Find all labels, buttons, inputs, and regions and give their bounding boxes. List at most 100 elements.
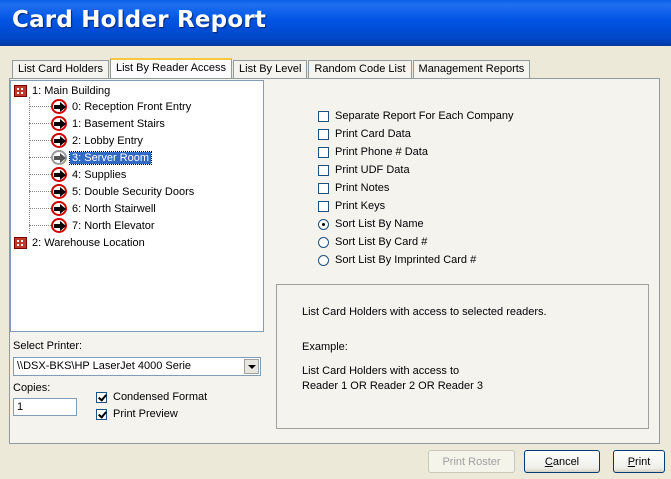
radio-label: Sort List By Card # [335, 236, 428, 248]
checkbox-box[interactable] [318, 200, 329, 212]
door-reader-icon [51, 150, 67, 165]
button-mnemonic: C [544, 455, 553, 468]
button-label: rint [635, 455, 651, 468]
checkbox-box[interactable] [318, 128, 329, 140]
checkbox-box[interactable] [96, 391, 107, 403]
window-title: Card Holder Report [12, 7, 267, 33]
description-text: List Card Holders with access to selecte… [302, 306, 547, 318]
tree-item-reader[interactable]: 4: Supplies [51, 166, 128, 183]
door-reader-icon [51, 184, 67, 199]
condensed-format-checkbox[interactable]: Condensed Format [96, 391, 207, 403]
chevron-down-icon[interactable] [244, 359, 259, 374]
checkbox-box[interactable] [318, 146, 329, 158]
tree-item-label: 1: Main Building [32, 84, 111, 97]
tab-management-reports[interactable]: Management Reports [412, 60, 531, 78]
tree-item-label: 2: Lobby Entry [72, 134, 143, 147]
tree-item-reader[interactable]: 2: Lobby Entry [51, 132, 145, 149]
door-reader-icon [51, 99, 67, 114]
print-phone-data-checkbox[interactable]: Print Phone # Data [318, 146, 428, 158]
checkbox-box[interactable] [96, 408, 107, 420]
tree-item-reader[interactable]: 7: North Elevator [51, 217, 157, 234]
print-preview-checkbox[interactable]: Print Preview [96, 408, 178, 420]
tab-random-code-list[interactable]: Random Code List [308, 60, 412, 78]
checkbox-label: Condensed Format [113, 391, 208, 403]
radio-circle[interactable] [318, 236, 329, 248]
door-reader-icon [51, 116, 67, 131]
printer-select[interactable]: \\DSX-BKS\HP LaserJet 4000 Serie [13, 357, 261, 376]
tab-list-card-holders[interactable]: List Card Holders [12, 60, 109, 78]
tree-connector [29, 157, 51, 158]
reader-tree[interactable]: 1: Main Building 0: Reception Front Entr… [10, 80, 264, 332]
checkbox-label: Print Preview [113, 408, 178, 420]
building-icon [14, 84, 27, 97]
checkbox-label: Print Phone # Data [335, 146, 428, 158]
checkbox-label: Print UDF Data [335, 164, 410, 176]
cancel-button[interactable]: Cancel [524, 450, 600, 473]
radio-label: Sort List By Imprinted Card # [335, 254, 477, 266]
door-reader-icon [51, 218, 67, 233]
tree-item-reader[interactable]: 5: Double Security Doors [51, 183, 196, 200]
tree-item-label: 5: Double Security Doors [72, 185, 195, 198]
tree-item-label: 3: Server Room [68, 150, 153, 165]
tree-item-label: 6: North Stairwell [72, 202, 156, 215]
example-text-line2: Reader 1 OR Reader 2 OR Reader 3 [302, 380, 483, 392]
tree-item-reader[interactable]: 6: North Stairwell [51, 200, 158, 217]
copies-label: Copies: [13, 382, 51, 394]
separate-report-checkbox[interactable]: Separate Report For Each Company [318, 110, 514, 122]
radio-circle[interactable] [318, 218, 329, 230]
checkbox-label: Print Notes [335, 182, 390, 194]
example-label: Example: [302, 341, 348, 353]
printer-select-value: \\DSX-BKS\HP LaserJet 4000 Serie [17, 360, 192, 372]
tree-connector [29, 97, 30, 233]
tree-item-reader[interactable]: 0: Reception Front Entry [51, 98, 193, 115]
tree-connector [29, 225, 51, 226]
sort-by-imprinted-card-radio[interactable]: Sort List By Imprinted Card # [318, 254, 476, 266]
checkbox-label: Print Card Data [335, 128, 411, 140]
tree-connector [29, 106, 51, 107]
select-printer-label: Select Printer: [13, 340, 83, 352]
description-panel: List Card Holders with access to selecte… [276, 284, 649, 429]
example-text-line1: List Card Holders with access to [302, 365, 460, 377]
tree-connector [29, 208, 51, 209]
print-notes-checkbox[interactable]: Print Notes [318, 182, 389, 194]
checkbox-label: Print Keys [335, 200, 386, 212]
tree-item-reader[interactable]: 1: Basement Stairs [51, 115, 167, 132]
tree-connector [29, 123, 51, 124]
tree-item-label: 0: Reception Front Entry [72, 100, 192, 113]
sort-by-card-radio[interactable]: Sort List By Card # [318, 236, 427, 248]
tree-item-reader-selected[interactable]: 3: Server Room [51, 149, 153, 166]
checkbox-label: Separate Report For Each Company [335, 110, 514, 122]
print-button[interactable]: Print [613, 450, 665, 473]
copies-input[interactable]: 1 [13, 398, 77, 416]
button-mnemonic: P [627, 455, 636, 468]
door-reader-icon [51, 167, 67, 182]
tab-list-by-reader-access[interactable]: List By Reader Access [109, 58, 233, 79]
print-udf-data-checkbox[interactable]: Print UDF Data [318, 164, 410, 176]
button-label: Print Roster [442, 455, 501, 468]
tree-connector [29, 140, 51, 141]
tree-item-location-warehouse[interactable]: 2: Warehouse Location [14, 234, 147, 251]
tree-item-label: 2: Warehouse Location [32, 236, 145, 249]
checkbox-box[interactable] [318, 164, 329, 176]
checkbox-box[interactable] [318, 182, 329, 194]
door-reader-icon [51, 201, 67, 216]
radio-label: Sort List By Name [335, 218, 424, 230]
sort-by-name-radio[interactable]: Sort List By Name [318, 218, 424, 230]
title-bar: Card Holder Report [0, 0, 671, 46]
print-keys-checkbox[interactable]: Print Keys [318, 200, 385, 212]
tree-connector [29, 174, 51, 175]
tree-item-label: 7: North Elevator [72, 219, 155, 232]
building-icon [14, 236, 27, 249]
tree-item-label: 1: Basement Stairs [72, 117, 165, 130]
tab-strip: List Card Holders List By Reader Access … [12, 58, 531, 79]
tree-connector [29, 191, 51, 192]
radio-circle[interactable] [318, 254, 329, 266]
print-card-data-checkbox[interactable]: Print Card Data [318, 128, 411, 140]
tab-list-by-level[interactable]: List By Level [233, 60, 308, 78]
checkbox-box[interactable] [318, 110, 329, 122]
tree-item-location-main-building[interactable]: 1: Main Building [14, 82, 112, 99]
button-label: ancel [552, 455, 580, 468]
door-reader-icon [51, 133, 67, 148]
tree-item-label: 4: Supplies [72, 168, 127, 181]
print-roster-button[interactable]: Print Roster [428, 450, 515, 473]
